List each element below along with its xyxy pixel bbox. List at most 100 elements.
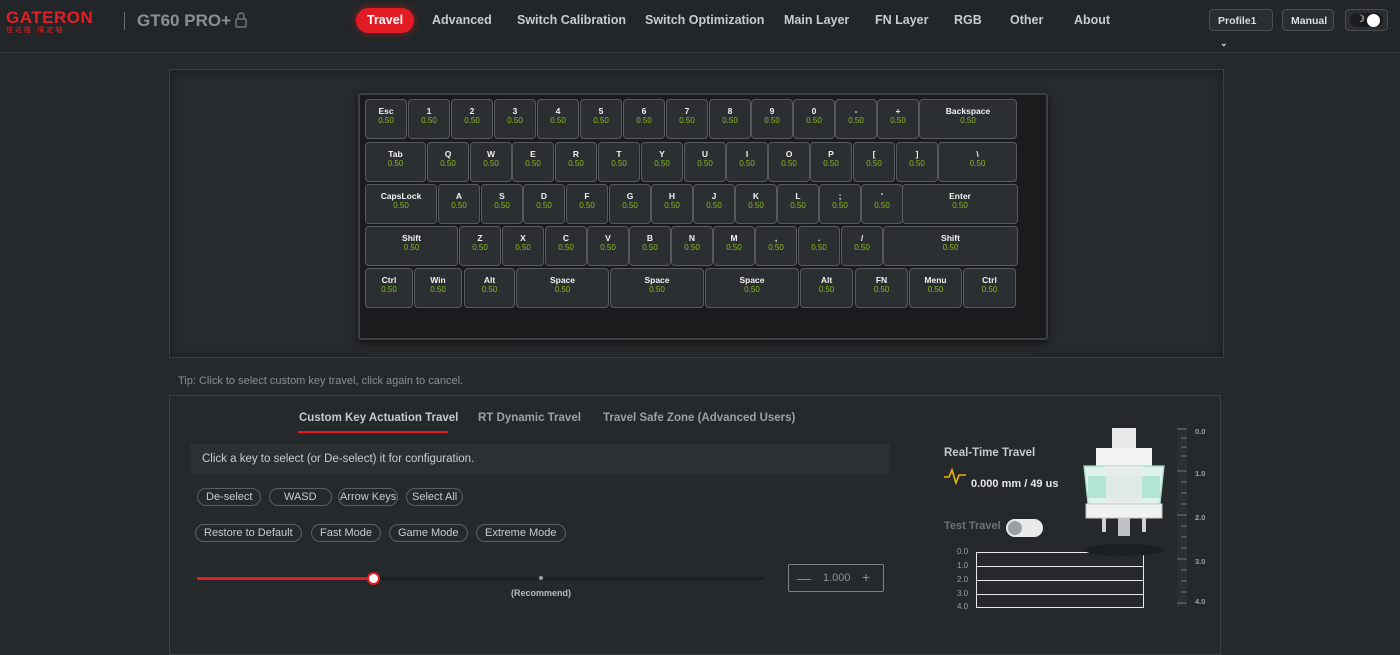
select-all-button[interactable]: Select All bbox=[406, 488, 464, 506]
lock-icon bbox=[235, 12, 247, 28]
key[interactable]: CapsLock 0.50 bbox=[365, 184, 437, 224]
nav-tab-switch-calibration[interactable]: Switch Calibration bbox=[517, 8, 626, 33]
key[interactable]: 4 0.50 bbox=[537, 99, 579, 139]
moon-icon: ☽ bbox=[1356, 14, 1365, 25]
key[interactable]: Y 0.50 bbox=[641, 142, 683, 182]
key[interactable]: D 0.50 bbox=[523, 184, 565, 224]
key[interactable]: W 0.50 bbox=[470, 142, 512, 182]
key[interactable]: J 0.50 bbox=[693, 184, 735, 224]
key[interactable]: Shift 0.50 bbox=[365, 226, 458, 266]
key[interactable]: Z 0.50 bbox=[459, 226, 501, 266]
nav-tab-travel[interactable]: Travel bbox=[356, 8, 415, 33]
theme-toggle[interactable]: ☽ bbox=[1345, 9, 1388, 31]
key[interactable]: K 0.50 bbox=[735, 184, 777, 224]
game-mode-button[interactable]: Game Mode bbox=[389, 524, 468, 542]
key[interactable]: , 0.50 bbox=[755, 226, 797, 266]
key[interactable]: Esc 0.50 bbox=[365, 99, 407, 139]
key[interactable]: ; 0.50 bbox=[819, 184, 861, 224]
key[interactable]: Space 0.50 bbox=[705, 268, 799, 308]
key[interactable]: /0.50 bbox=[841, 226, 883, 266]
key[interactable]: [0.50 bbox=[853, 142, 895, 182]
nav-tab-rgb[interactable]: RGB bbox=[954, 8, 982, 33]
key[interactable]: N 0.50 bbox=[671, 226, 713, 266]
key[interactable]: +0.50 bbox=[877, 99, 919, 139]
key[interactable]: Alt 0.50 bbox=[464, 268, 515, 308]
key[interactable]: R 0.50 bbox=[555, 142, 597, 182]
key[interactable]: B 0.50 bbox=[629, 226, 671, 266]
wasd-button[interactable]: WASD bbox=[269, 488, 332, 506]
key[interactable]: C 0.50 bbox=[545, 226, 587, 266]
key[interactable]: P 0.50 bbox=[810, 142, 852, 182]
key[interactable]: A 0.50 bbox=[438, 184, 480, 224]
key[interactable]: ] 0.50 bbox=[896, 142, 938, 182]
key[interactable]: 5 0.50 bbox=[580, 99, 622, 139]
key[interactable]: Shift 0.50 bbox=[883, 226, 1018, 266]
key[interactable]: 7 0.50 bbox=[666, 99, 708, 139]
actuation-slider-handle[interactable] bbox=[367, 572, 380, 585]
decrement-button[interactable]: — bbox=[797, 570, 811, 586]
key[interactable]: 0 0.50 bbox=[793, 99, 835, 139]
key[interactable]: Menu 0.50 bbox=[909, 268, 962, 308]
key[interactable]: E 0.50 bbox=[512, 142, 554, 182]
key[interactable]: 6 0.50 bbox=[623, 99, 665, 139]
key-travel-value: 0.50 bbox=[554, 285, 571, 294]
travel-value-input[interactable]: 1.000 bbox=[823, 572, 851, 584]
key[interactable]: 2 0.50 bbox=[451, 99, 493, 139]
key[interactable]: M 0.50 bbox=[713, 226, 755, 266]
key[interactable]: V 0.50 bbox=[587, 226, 629, 266]
test-travel-toggle[interactable] bbox=[1006, 519, 1043, 537]
key[interactable]: FN 0.50 bbox=[855, 268, 908, 308]
key[interactable]: 3 0.50 bbox=[494, 99, 536, 139]
key[interactable]: I 0.50 bbox=[726, 142, 768, 182]
key[interactable]: \ 0.50 bbox=[938, 142, 1017, 182]
key-travel-value: 0.50 bbox=[579, 201, 595, 210]
key[interactable]: Ctrl 0.50 bbox=[963, 268, 1016, 308]
key-label: Y bbox=[659, 149, 665, 159]
key[interactable]: 9 0.50 bbox=[751, 99, 793, 139]
recommend-label: (Recommend) bbox=[511, 588, 572, 598]
key[interactable]: Alt 0.50 bbox=[800, 268, 853, 308]
restore-default-button[interactable]: Restore to Default bbox=[195, 524, 302, 542]
tab-travel-safe-zone[interactable]: Travel Safe Zone (Advanced Users) bbox=[603, 412, 795, 424]
key[interactable]: . 0.50 bbox=[798, 226, 840, 266]
deselect-button[interactable]: De-select bbox=[197, 488, 262, 506]
key[interactable]: S 0.50 bbox=[481, 184, 523, 224]
key[interactable]: Win 0.50 bbox=[414, 268, 462, 308]
nav-tab-main-layer[interactable]: Main Layer bbox=[784, 8, 849, 33]
nav-tab-about[interactable]: About bbox=[1074, 8, 1110, 33]
nav-tab-fn-layer[interactable]: FN Layer bbox=[875, 8, 929, 33]
key[interactable]: O 0.50 bbox=[768, 142, 810, 182]
key[interactable]: Q 0.50 bbox=[427, 142, 469, 182]
key[interactable]: G 0.50 bbox=[609, 184, 651, 224]
nav-tab-advanced[interactable]: Advanced bbox=[432, 8, 492, 33]
key[interactable]: T 0.50 bbox=[598, 142, 640, 182]
key[interactable]: X 0.50 bbox=[502, 226, 544, 266]
key[interactable]: ' 0.50 bbox=[861, 184, 903, 224]
key[interactable]: U 0.50 bbox=[684, 142, 726, 182]
key[interactable]: Tab 0.50 bbox=[365, 142, 426, 182]
key[interactable]: L 0.50 bbox=[777, 184, 819, 224]
extreme-mode-button[interactable]: Extreme Mode bbox=[476, 524, 566, 542]
key[interactable]: Ctrl 0.50 bbox=[365, 268, 413, 308]
key[interactable]: 8 0.50 bbox=[709, 99, 751, 139]
key[interactable]: Space 0.50 bbox=[516, 268, 609, 308]
key-label: D bbox=[540, 191, 548, 201]
key[interactable]: F 0.50 bbox=[566, 184, 608, 224]
key-label: Alt bbox=[483, 275, 496, 285]
tab-rt-dynamic-travel[interactable]: RT Dynamic Travel bbox=[478, 412, 581, 424]
nav-tab-switch-optimization[interactable]: Switch Optimization bbox=[645, 8, 764, 33]
nav-tab-other[interactable]: Other bbox=[1010, 8, 1043, 33]
arrow-keys-button[interactable]: Arrow Keys bbox=[338, 488, 399, 506]
key[interactable]: H 0.50 bbox=[651, 184, 693, 224]
key[interactable]: -0.50 bbox=[835, 99, 877, 139]
profile-dropdown[interactable]: Profile1 ⌄ bbox=[1209, 9, 1273, 48]
key[interactable]: Enter 0.50 bbox=[902, 184, 1018, 224]
key[interactable]: Space 0.50 bbox=[610, 268, 704, 308]
increment-button[interactable]: + bbox=[862, 569, 870, 585]
tab-custom-key-actuation-travel[interactable]: Custom Key Actuation Travel bbox=[299, 412, 458, 424]
key[interactable]: 1 0.50 bbox=[408, 99, 450, 139]
key-label: O bbox=[785, 149, 793, 159]
key[interactable]: Backspace 0.50 bbox=[919, 99, 1017, 139]
fast-mode-button[interactable]: Fast Mode bbox=[311, 524, 381, 542]
manual-button[interactable]: Manual bbox=[1282, 9, 1334, 31]
